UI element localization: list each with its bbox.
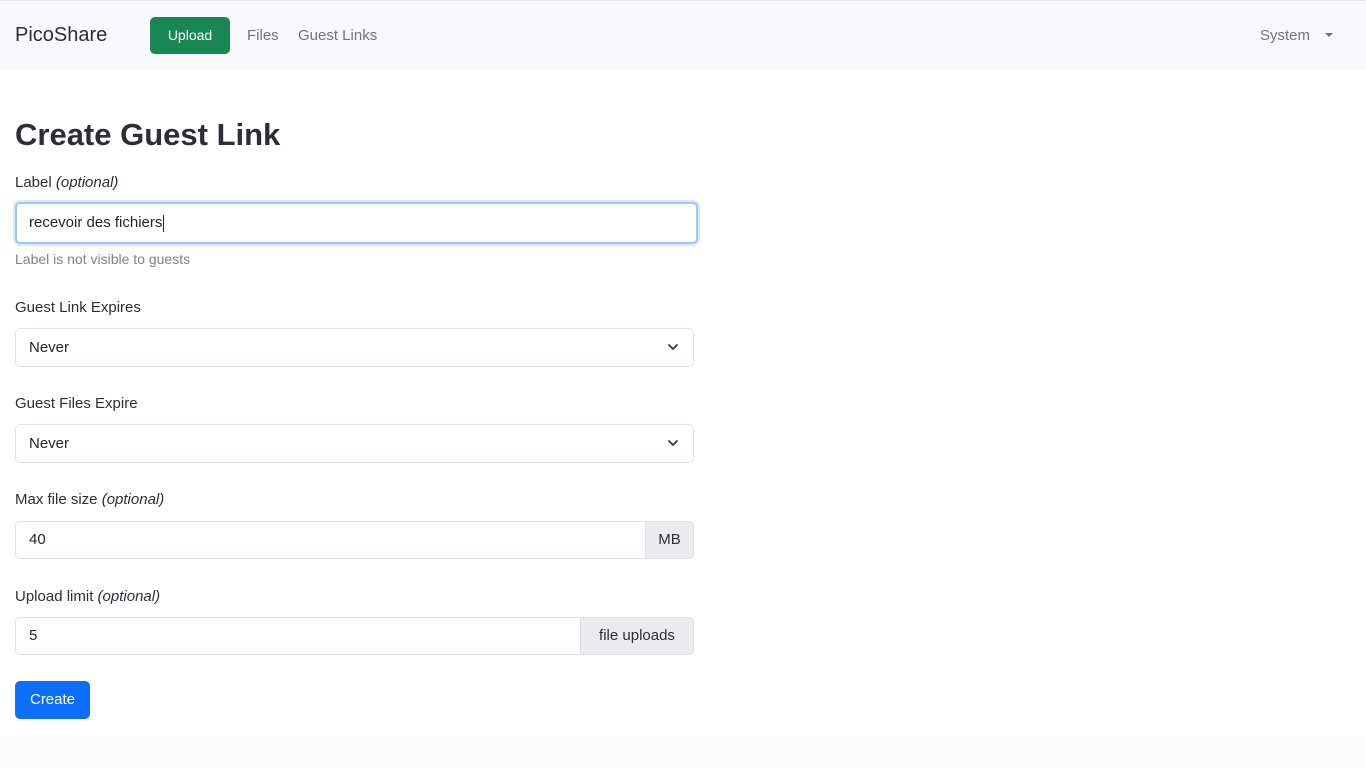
max-file-size-input[interactable]: 40 [15,521,646,559]
label-input[interactable]: recevoir des fichiers [15,202,698,244]
link-expires-label: Guest Link Expires [15,299,141,316]
max-file-size-label-text: Max file size [15,491,98,508]
label-field-label-text: Label [15,174,52,191]
brand-link[interactable]: PicoShare [15,23,107,47]
label-input-value: recevoir des fichiers [29,214,163,231]
upload-button[interactable]: Upload [150,17,230,54]
chevron-down-icon [668,440,678,446]
upload-limit-input[interactable]: 5 [15,617,581,655]
label-help-text: Label is not visible to guests [15,251,191,267]
upload-limit-label: Upload limit (optional) [15,588,160,606]
caret-down-icon[interactable] [1325,33,1333,37]
link-expires-select[interactable]: Never [15,328,694,367]
upload-limit-optional: (optional) [97,588,161,605]
chevron-down-icon [668,344,678,350]
label-field-label: Label (optional) [15,174,118,192]
nav-files-link[interactable]: Files [247,27,279,45]
nav-guest-links-link[interactable]: Guest Links [298,27,377,45]
max-file-size-unit: MB [646,521,694,559]
page-title: Create Guest Link [15,117,281,152]
page-footer [0,736,1366,768]
link-expires-selected: Never [29,339,70,356]
text-cursor [163,214,165,232]
upload-limit-value: 5 [29,627,38,644]
navbar: PicoShare Upload Files Guest Links Syste… [0,0,1366,69]
files-expire-select[interactable]: Never [15,424,694,463]
upload-limit-unit: file uploads [581,617,694,655]
label-field-optional: (optional) [55,174,119,191]
max-file-size-label: Max file size (optional) [15,491,164,509]
system-dropdown[interactable]: System [1260,27,1310,45]
max-file-size-value: 40 [29,531,46,548]
files-expire-label: Guest Files Expire [15,395,138,412]
upload-limit-label-text: Upload limit [15,588,94,605]
files-expire-selected: Never [29,435,70,452]
create-button[interactable]: Create [15,681,90,719]
max-file-size-optional: (optional) [101,491,165,508]
